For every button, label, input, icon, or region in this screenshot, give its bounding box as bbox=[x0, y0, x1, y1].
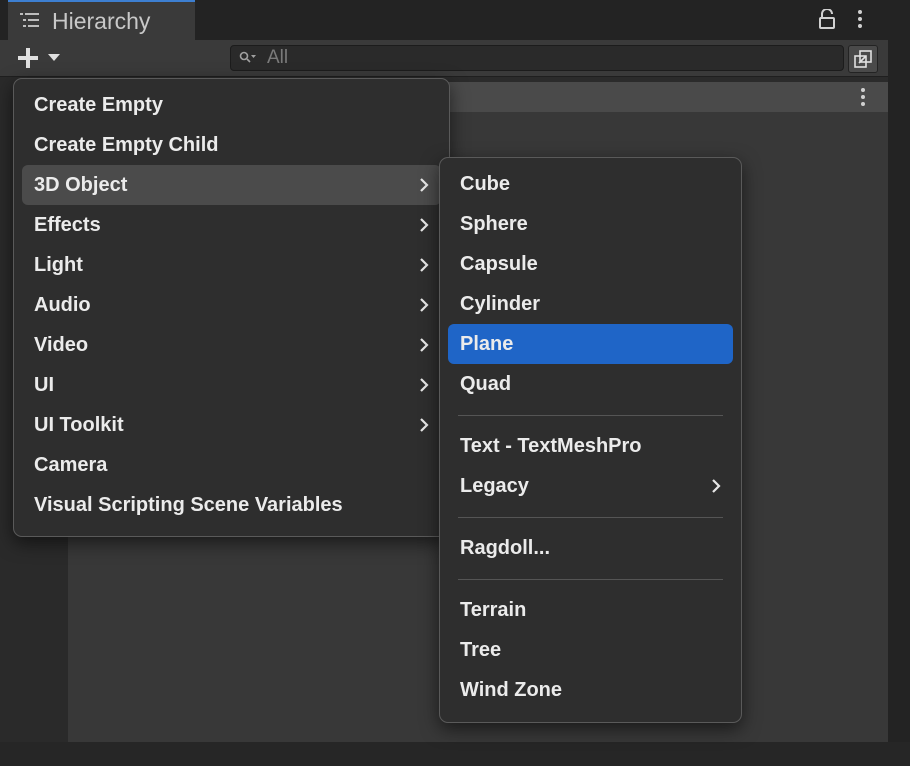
menu-item-create-empty-child[interactable]: Create Empty Child bbox=[22, 125, 441, 165]
search-field[interactable] bbox=[230, 45, 844, 71]
search-input[interactable] bbox=[267, 47, 827, 69]
menu-item-label: Create Empty bbox=[34, 94, 163, 116]
submenu-item-tree[interactable]: Tree bbox=[448, 630, 733, 670]
menu-item-label: 3D Object bbox=[34, 174, 128, 196]
menu-separator bbox=[458, 579, 723, 580]
menu-item-label: Video bbox=[34, 334, 89, 356]
chevron-right-icon bbox=[420, 338, 429, 352]
menu-item-label: Cylinder bbox=[460, 293, 541, 315]
menu-item-video[interactable]: Video bbox=[22, 325, 441, 365]
submenu-item-wind-zone[interactable]: Wind Zone bbox=[448, 670, 733, 710]
menu-item-label: Quad bbox=[460, 373, 512, 395]
add-object-button[interactable] bbox=[12, 43, 74, 73]
menu-item-label: Camera bbox=[34, 454, 108, 476]
scene-visibility-icon bbox=[854, 50, 872, 68]
submenu-item-text-textmeshpro[interactable]: Text - TextMeshPro bbox=[448, 426, 733, 466]
menu-item-label: Terrain bbox=[460, 599, 527, 621]
chevron-right-icon bbox=[420, 298, 429, 312]
menu-item-label: Audio bbox=[34, 294, 91, 316]
menu-item-label: Sphere bbox=[460, 213, 528, 235]
menu-item-audio[interactable]: Audio bbox=[22, 285, 441, 325]
menu-item-label: Visual Scripting Scene Variables bbox=[34, 494, 343, 516]
menu-item-create-empty[interactable]: Create Empty bbox=[22, 85, 441, 125]
chevron-right-icon bbox=[420, 378, 429, 392]
hierarchy-list-icon bbox=[20, 13, 39, 27]
menu-item-label: UI bbox=[34, 374, 54, 396]
menu-item-ui-toolkit[interactable]: UI Toolkit bbox=[22, 405, 441, 445]
submenu-item-cube[interactable]: Cube bbox=[448, 164, 733, 204]
menu-item-ui[interactable]: UI bbox=[22, 365, 441, 405]
submenu-item-cylinder[interactable]: Cylinder bbox=[448, 284, 733, 324]
kebab-icon[interactable] bbox=[856, 86, 870, 108]
submenu-item-plane[interactable]: Plane bbox=[448, 324, 733, 364]
menu-item-visual-scripting-scene-variables[interactable]: Visual Scripting Scene Variables bbox=[22, 485, 441, 525]
panel-bottom-strip bbox=[0, 742, 910, 766]
menu-item-label: UI Toolkit bbox=[34, 414, 124, 436]
chevron-right-icon bbox=[420, 258, 429, 272]
menu-item-label: Light bbox=[34, 254, 83, 276]
3d-object-submenu: Cube Sphere Capsule Cylinder Plane Quad … bbox=[439, 157, 742, 723]
menu-item-label: Effects bbox=[34, 214, 101, 236]
chevron-right-icon bbox=[420, 178, 429, 192]
hierarchy-toolbar bbox=[0, 40, 888, 77]
create-context-menu: Create Empty Create Empty Child 3D Objec… bbox=[13, 78, 450, 537]
chevron-right-icon bbox=[420, 418, 429, 432]
panel-right-edge bbox=[888, 40, 910, 742]
menu-item-label: Text - TextMeshPro bbox=[460, 435, 642, 457]
menu-item-camera[interactable]: Camera bbox=[22, 445, 441, 485]
menu-item-label: Wind Zone bbox=[460, 679, 563, 701]
menu-item-3d-object[interactable]: 3D Object bbox=[22, 165, 441, 205]
plus-icon bbox=[18, 48, 38, 68]
submenu-item-quad[interactable]: Quad bbox=[448, 364, 733, 404]
submenu-item-ragdoll[interactable]: Ragdoll... bbox=[448, 528, 733, 568]
submenu-item-terrain[interactable]: Terrain bbox=[448, 590, 733, 630]
menu-item-label: Tree bbox=[460, 639, 502, 661]
menu-item-label: Create Empty Child bbox=[34, 134, 219, 156]
menu-separator bbox=[458, 517, 723, 518]
search-filter-icon bbox=[239, 51, 256, 63]
menu-item-label: Plane bbox=[460, 333, 514, 355]
chevron-right-icon bbox=[712, 479, 721, 493]
panel-tab-bar: Hierarchy bbox=[0, 0, 910, 40]
lock-icon[interactable] bbox=[818, 9, 836, 29]
menu-item-label: Cube bbox=[460, 173, 510, 195]
menu-item-label: Legacy bbox=[460, 475, 529, 497]
menu-separator bbox=[458, 415, 723, 416]
menu-item-label: Ragdoll... bbox=[460, 537, 550, 559]
submenu-item-sphere[interactable]: Sphere bbox=[448, 204, 733, 244]
tab-hierarchy[interactable]: Hierarchy bbox=[8, 0, 195, 40]
caret-down-icon bbox=[48, 54, 60, 61]
menu-item-light[interactable]: Light bbox=[22, 245, 441, 285]
tab-title: Hierarchy bbox=[52, 8, 151, 34]
scene-visibility-button[interactable] bbox=[848, 45, 878, 73]
submenu-item-capsule[interactable]: Capsule bbox=[448, 244, 733, 284]
chevron-right-icon bbox=[420, 218, 429, 232]
kebab-icon[interactable] bbox=[853, 8, 867, 30]
menu-item-label: Capsule bbox=[460, 253, 538, 275]
submenu-item-legacy[interactable]: Legacy bbox=[448, 466, 733, 506]
menu-item-effects[interactable]: Effects bbox=[22, 205, 441, 245]
